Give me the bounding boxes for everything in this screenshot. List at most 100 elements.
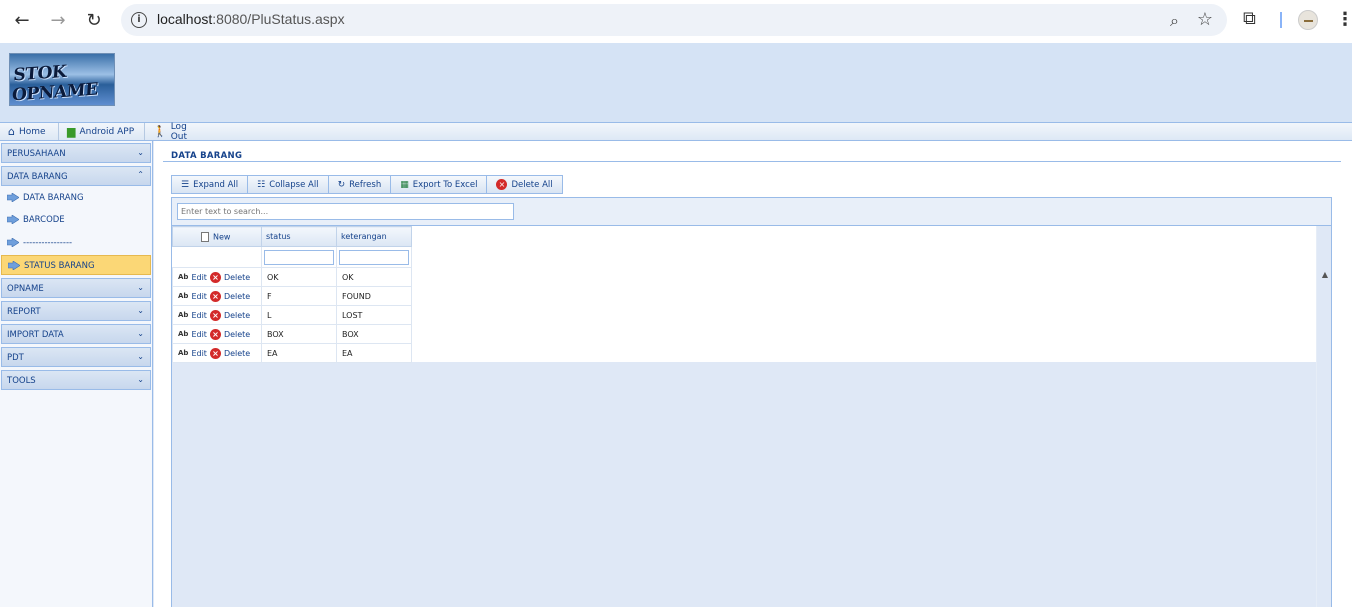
nav-group-perusahaan[interactable]: PERUSAHAAN ⌄	[1, 143, 151, 163]
cell-keterangan: LOST	[336, 305, 412, 325]
chevron-down-icon: ⌄	[137, 283, 144, 292]
url-text[interactable]: localhost:8080/PluStatus.aspx	[157, 11, 345, 27]
cell-keterangan: EA	[336, 343, 412, 363]
arrow-right-icon	[7, 215, 19, 224]
filter-row	[173, 246, 412, 268]
chevron-down-icon: ⌄	[137, 375, 144, 384]
edit-link[interactable]: Edit	[191, 292, 207, 301]
nav-item-data-barang[interactable]: DATA BARANG	[1, 188, 151, 208]
browser-menu-icon[interactable]: ⋮	[1336, 9, 1352, 30]
cell-keterangan: OK	[336, 267, 412, 287]
delete-icon: ×	[496, 179, 508, 190]
export-excel-button[interactable]: ▦ Export To Excel	[390, 175, 487, 194]
back-arrow-icon[interactable]: ←	[10, 8, 34, 32]
cell-keterangan: FOUND	[336, 286, 412, 306]
cell-status: F	[261, 286, 337, 306]
cell-status: EA	[261, 343, 337, 363]
search-input[interactable]	[177, 203, 514, 220]
scroll-up-arrow-icon[interactable]: ▲	[1322, 270, 1328, 279]
menu-home[interactable]: ⌂ Home	[0, 123, 59, 140]
chevron-down-icon: ⌄	[137, 306, 144, 315]
table-row: Ab Edit × Delete EA EA	[172, 343, 412, 363]
table-row: Ab Edit × Delete OK OK	[172, 267, 412, 287]
edit-icon: Ab	[178, 311, 189, 319]
top-menu: ⌂ Home ▆ Android APP 🚶 Log Out	[0, 122, 1352, 142]
chevron-down-icon: ⌄	[137, 148, 144, 157]
cell-status: OK	[261, 267, 337, 287]
nav-item-status-barang[interactable]: STATUS BARANG	[1, 255, 151, 275]
table-row: Ab Edit × Delete L LOST	[172, 305, 412, 325]
android-icon: ▆	[67, 125, 76, 138]
delete-link[interactable]: Delete	[224, 349, 250, 358]
arrow-right-icon	[7, 193, 19, 202]
forward-arrow-icon[interactable]: →	[46, 8, 70, 32]
delete-link[interactable]: Delete	[224, 311, 250, 320]
expand-all-button[interactable]: ☰ Expand All	[171, 175, 248, 194]
menu-log-out[interactable]: 🚶 Log Out	[145, 122, 209, 142]
bookmark-star-icon[interactable]: ☆	[1197, 9, 1213, 30]
new-row-button[interactable]: New	[172, 226, 262, 247]
edit-icon: Ab	[178, 330, 189, 338]
delete-icon: ×	[209, 347, 221, 359]
refresh-button[interactable]: ↻ Refresh	[327, 175, 391, 194]
page: STOK OPNAME ⌂ Home ▆ Android APP 🚶 Log Out …	[0, 43, 1352, 607]
stok-opname-logo: STOK OPNAME	[9, 53, 115, 106]
arrow-right-icon	[7, 238, 19, 247]
extensions-icon[interactable]: ⧉	[1243, 8, 1256, 29]
nav-item-barcode[interactable]: BARCODE	[1, 210, 151, 230]
grid-toolbar: ☰ Expand All ☷ Collapse All ↻ Refresh ▦ Expo…	[171, 175, 563, 194]
collapse-all-button[interactable]: ☷ Collapse All	[247, 175, 328, 194]
menu-android-app[interactable]: ▆ Android APP	[59, 123, 145, 140]
profile-avatar[interactable]	[1298, 10, 1318, 30]
delete-all-button[interactable]: × Delete All	[486, 175, 563, 194]
title-divider	[163, 161, 1341, 162]
delete-icon: ×	[209, 309, 221, 321]
chevron-down-icon: ⌄	[137, 352, 144, 361]
nav-group-pdt[interactable]: PDT ⌄	[1, 347, 151, 367]
edit-icon: Ab	[178, 349, 189, 357]
address-bar[interactable]: i localhost:8080/PluStatus.aspx ⌕ ☆	[121, 4, 1227, 36]
cell-status: BOX	[261, 324, 337, 344]
edit-icon: Ab	[178, 273, 189, 281]
delete-link[interactable]: Delete	[224, 330, 250, 339]
edit-link[interactable]: Edit	[191, 311, 207, 320]
vertical-scrollbar[interactable]: ▲	[1316, 226, 1331, 607]
excel-icon: ▦	[400, 179, 409, 190]
data-grid: New status keterangan AbEdit×Delete OK O…	[171, 197, 1332, 607]
edit-link[interactable]: Edit	[191, 349, 207, 358]
edit-link[interactable]: Edit	[191, 273, 207, 282]
nav-group-opname[interactable]: OPNAME ⌄	[1, 278, 151, 298]
header-row: New status keterangan	[172, 226, 412, 247]
reload-icon[interactable]: ↻	[82, 8, 106, 32]
nav-group-tools[interactable]: TOOLS ⌄	[1, 370, 151, 390]
site-info-icon[interactable]: i	[131, 12, 147, 28]
delete-link[interactable]: Delete	[224, 292, 250, 301]
table-row: Ab Edit × Delete F FOUND	[172, 286, 412, 306]
grid-body: New status keterangan Ab Edit × Delete OK O…	[172, 226, 1316, 607]
page-title: DATA BARANG	[171, 151, 243, 161]
person-walking-icon: 🚶	[153, 125, 167, 138]
filter-status-input[interactable]	[264, 249, 334, 265]
main-panel: DATA BARANG ☰ Expand All ☷ Collapse All ↻ R…	[154, 141, 1352, 607]
edit-icon: Ab	[178, 292, 189, 300]
edit-link[interactable]: Edit	[191, 330, 207, 339]
search-panel	[172, 198, 1331, 226]
nav-group-data-barang[interactable]: DATA BARANG ⌃	[1, 166, 151, 186]
zoom-icon[interactable]: ⌕	[1170, 11, 1179, 31]
delete-icon: ×	[209, 271, 221, 283]
nav-group-import-data[interactable]: IMPORT DATA ⌄	[1, 324, 151, 344]
home-icon: ⌂	[8, 125, 15, 138]
status-table: New status keterangan Ab Edit × Delete OK O…	[172, 226, 412, 363]
cell-status: L	[261, 305, 337, 325]
collapse-icon: ☷	[257, 179, 266, 190]
delete-link[interactable]: Delete	[224, 273, 250, 282]
table-row: Ab Edit × Delete BOX BOX	[172, 324, 412, 344]
filter-keterangan-input[interactable]	[339, 249, 409, 265]
expand-icon: ☰	[181, 179, 190, 190]
toolbar-divider	[1280, 12, 1282, 28]
column-header-status[interactable]: status	[261, 226, 337, 247]
nav-group-report[interactable]: REPORT ⌄	[1, 301, 151, 321]
nav-item-separator[interactable]: ----------------	[1, 233, 151, 253]
delete-icon: ×	[209, 290, 221, 302]
column-header-keterangan[interactable]: keterangan	[336, 226, 412, 247]
